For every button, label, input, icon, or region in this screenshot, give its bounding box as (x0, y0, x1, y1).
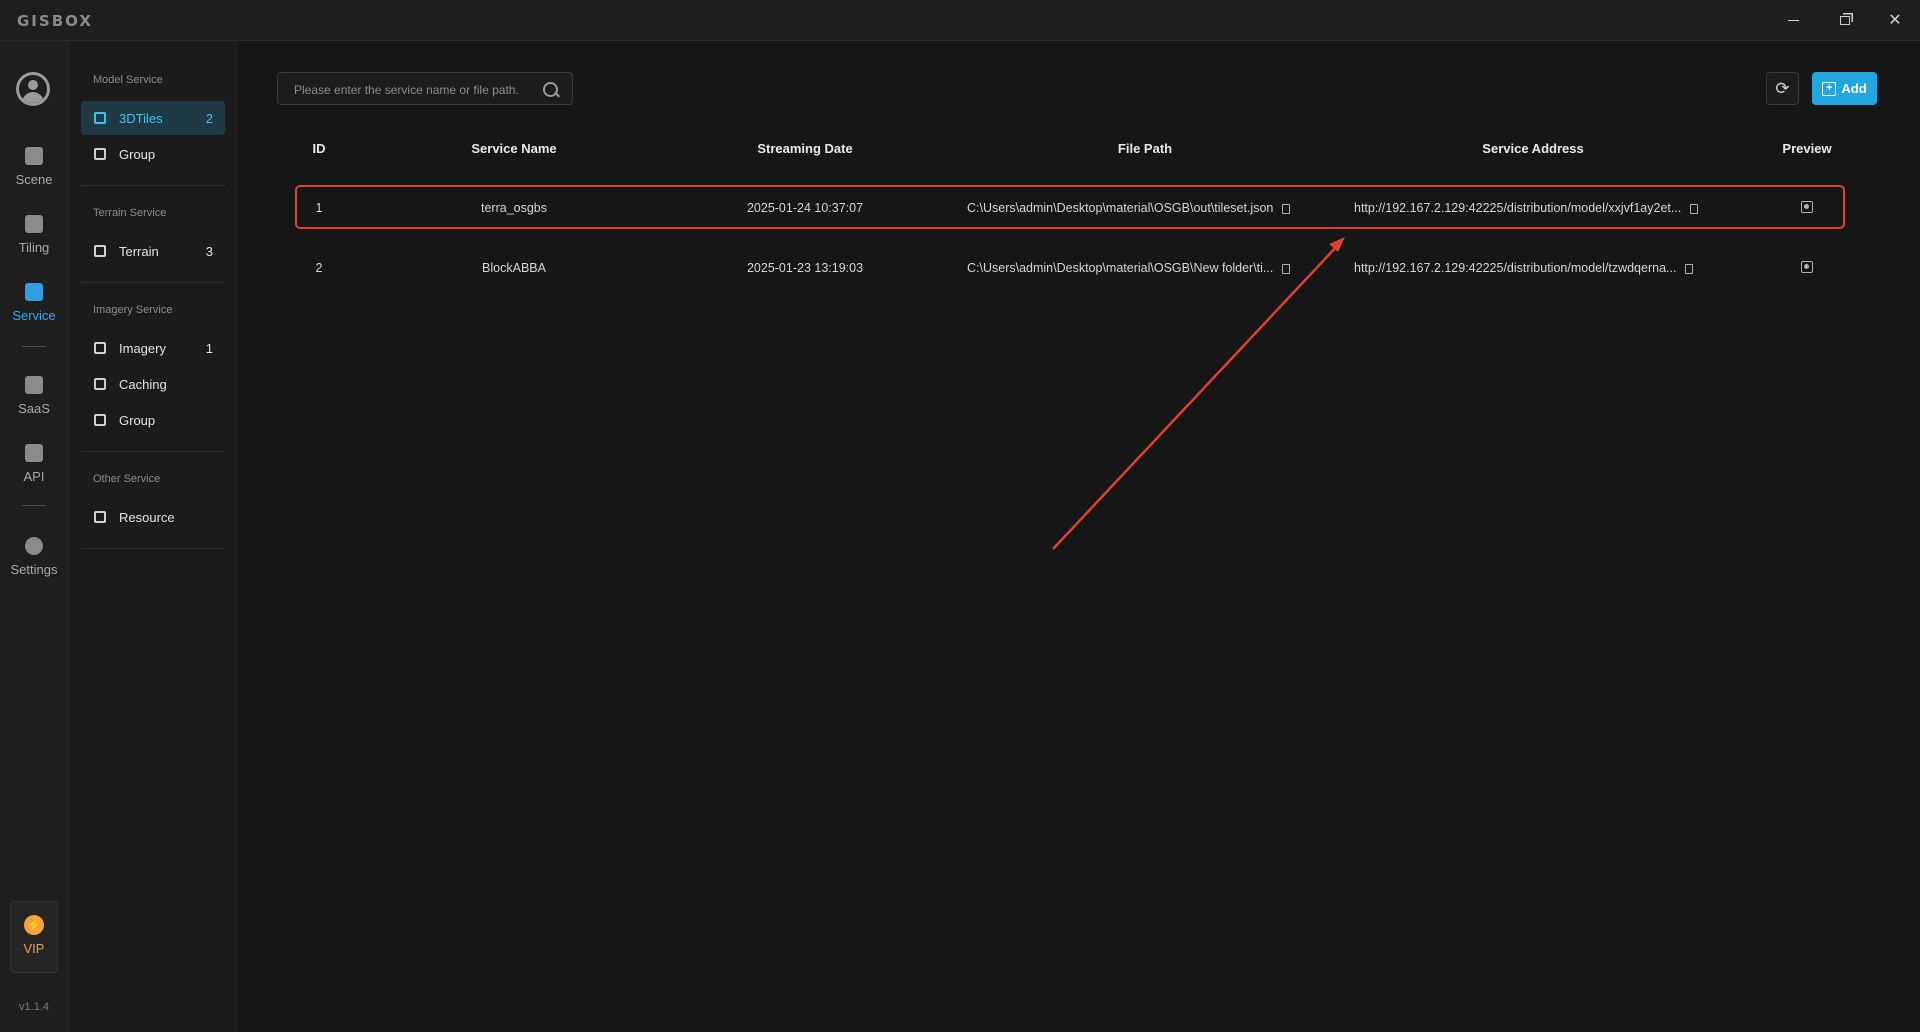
subnav-item-imagery-group[interactable]: Group (81, 403, 225, 437)
version-label: v1.1.4 (19, 1001, 49, 1013)
subnav-label: Caching (119, 376, 167, 392)
gear-icon (25, 537, 43, 555)
minimize-button[interactable] (1770, 0, 1816, 40)
section-divider (81, 282, 225, 283)
subnav-label: Imagery (119, 340, 166, 356)
subnav-item-model-group[interactable]: Group (81, 137, 225, 171)
rail-item-api[interactable]: API (0, 438, 68, 494)
group-icon (94, 414, 106, 426)
subnav-label: Resource (119, 509, 175, 525)
section-title-imagery: Imagery Service (93, 304, 173, 316)
close-button[interactable]: ✕ (1872, 0, 1918, 40)
main-content: ⟳ + Add ID Service Name Streaming Date F… (237, 41, 1920, 1032)
restore-button[interactable] (1822, 0, 1868, 40)
lock-icon (25, 376, 43, 394)
rail-item-settings[interactable]: Settings (0, 531, 68, 587)
rail-item-scene[interactable]: Scene (0, 141, 68, 197)
tiling-icon (25, 215, 43, 233)
avatar[interactable] (16, 72, 50, 106)
annotation-arrow (1052, 237, 1345, 550)
terrain-icon (94, 245, 106, 257)
rail-item-service[interactable]: Service (0, 277, 68, 333)
service-icon (25, 283, 43, 301)
subnav-item-imagery[interactable]: Imagery 1 (81, 331, 225, 365)
rail-label: Service (12, 308, 56, 323)
restore-icon (1840, 15, 1850, 25)
title-bar: GISBOX ✕ (0, 0, 1920, 41)
close-icon: ✕ (1888, 12, 1902, 29)
subnav-label: 3DTiles (119, 110, 163, 126)
lightning-icon: ⚡ (24, 915, 44, 935)
section-divider (81, 185, 225, 186)
app-logo: GISBOX (17, 12, 93, 30)
rail-label: Tiling (18, 240, 50, 255)
rail-item-saas[interactable]: SaaS (0, 370, 68, 426)
subnav-item-caching[interactable]: Caching (81, 367, 225, 401)
count-badge: 2 (205, 110, 213, 126)
subnav-label: Group (119, 412, 156, 428)
rail-label: API (23, 469, 45, 484)
subnav-item-terrain[interactable]: Terrain 3 (81, 234, 225, 268)
section-title-other: Other Service (93, 473, 161, 485)
vip-button[interactable]: ⚡ VIP (10, 901, 58, 973)
rail-divider (22, 505, 46, 506)
subnav-label: Terrain (119, 243, 159, 259)
section-divider (81, 451, 225, 452)
caching-icon (94, 378, 106, 390)
section-title-terrain: Terrain Service (93, 207, 167, 219)
resource-icon (94, 511, 106, 523)
left-rail: Scene Tiling Service SaaS API Settings ⚡… (0, 41, 69, 1032)
tiles-icon (94, 112, 106, 124)
group-icon (94, 148, 106, 160)
subnav-item-resource[interactable]: Resource (81, 500, 225, 534)
minimize-icon (1787, 19, 1799, 21)
count-badge: 1 (205, 340, 213, 356)
home-icon (25, 147, 43, 165)
vip-label: VIP (23, 941, 45, 956)
section-title-model: Model Service (93, 74, 163, 86)
subnav-item-3dtiles[interactable]: 3DTiles 2 (81, 101, 225, 135)
link-icon (25, 444, 43, 462)
rail-item-tiling[interactable]: Tiling (0, 209, 68, 265)
imagery-icon (94, 342, 106, 354)
subnav-label: Group (119, 146, 156, 162)
rail-divider (22, 346, 46, 347)
rail-label: Settings (10, 562, 58, 577)
service-subnav: Model Service 3DTiles 2 Group Terrain Se… (69, 41, 237, 1032)
section-divider (81, 548, 225, 549)
rail-label: SaaS (18, 401, 50, 416)
rail-label: Scene (15, 172, 53, 187)
count-badge: 3 (205, 243, 213, 259)
